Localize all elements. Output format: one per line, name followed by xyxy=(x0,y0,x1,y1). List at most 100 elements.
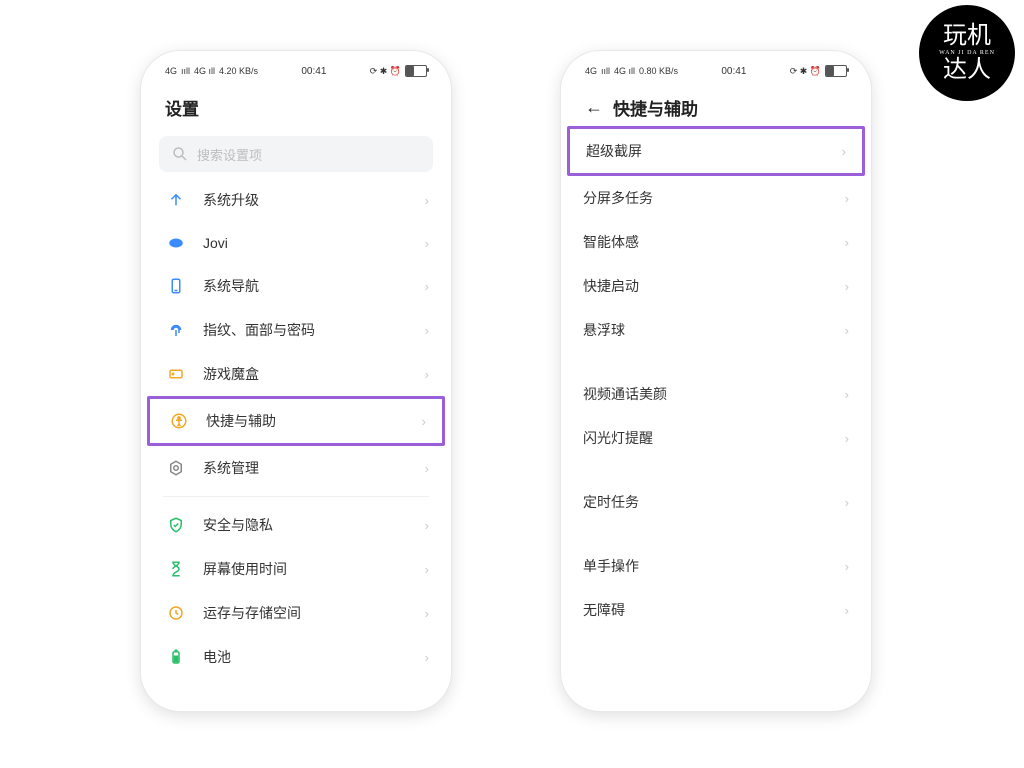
watermark-logo: 玩机 WAN JI DA REN 达人 xyxy=(922,8,1012,98)
row-flash-notify[interactable]: 闪光灯提醒 › xyxy=(561,416,871,460)
shortcut-list: 超级截屏 › 分屏多任务 › 智能体感 › 快捷启动 › 悬浮球 › 视频通话美… xyxy=(561,126,871,632)
chevron-right-icon: › xyxy=(425,518,429,533)
back-button[interactable]: ← xyxy=(585,97,603,118)
subpage-header: ← 快捷与辅助 xyxy=(561,85,871,126)
chevron-right-icon: › xyxy=(425,193,429,208)
page-title: 快捷与辅助 xyxy=(613,95,698,120)
row-label: 运存与存储空间 xyxy=(203,603,301,623)
row-shortcut-accessibility[interactable]: 快捷与辅助 › xyxy=(150,399,442,443)
section-gap xyxy=(561,460,871,480)
row-label: 分屏多任务 xyxy=(583,188,653,208)
row-scheduled-tasks[interactable]: 定时任务 › xyxy=(561,480,871,524)
row-label: 系统升级 xyxy=(203,190,259,210)
highlight-box: 超级截屏 › xyxy=(567,126,865,176)
wifi-icon: 4G ıll xyxy=(614,66,635,76)
cell-icon: 4G xyxy=(585,66,597,76)
chevron-right-icon: › xyxy=(845,235,849,250)
row-quick-launch[interactable]: 快捷启动 › xyxy=(561,264,871,308)
phone-shortcut-accessibility: 4G ııll 4G ıll 0.80 KB/s 00:41 ⟳ ✱ ⏰ ← 快… xyxy=(560,50,872,712)
battery-icon xyxy=(405,65,427,77)
row-label: 系统导航 xyxy=(203,276,259,296)
row-label: 屏幕使用时间 xyxy=(203,559,287,579)
row-split-screen[interactable]: 分屏多任务 › xyxy=(561,176,871,220)
row-fingerprint[interactable]: 指纹、面部与密码 › xyxy=(141,308,451,352)
row-label: 闪光灯提醒 xyxy=(583,428,653,448)
row-float-ball[interactable]: 悬浮球 › xyxy=(561,308,871,352)
row-storage[interactable]: 运存与存储空间 › xyxy=(141,591,451,635)
status-bar: 4G ııll 4G ıll 4.20 KB/s 00:41 ⟳ ✱ ⏰ xyxy=(141,51,451,85)
row-label: 视频通话美颜 xyxy=(583,384,667,404)
row-jovi[interactable]: Jovi › xyxy=(141,222,451,264)
gamebox-icon xyxy=(167,365,185,383)
storage-icon xyxy=(167,604,185,622)
chevron-right-icon: › xyxy=(845,559,849,574)
chevron-right-icon: › xyxy=(845,431,849,446)
divider xyxy=(163,496,429,497)
section-gap xyxy=(561,524,871,544)
chevron-right-icon: › xyxy=(845,323,849,338)
chevron-right-icon: › xyxy=(425,562,429,577)
signal-icon: ııll xyxy=(181,66,190,76)
row-label: 快捷与辅助 xyxy=(206,411,276,431)
row-system-nav[interactable]: 系统导航 › xyxy=(141,264,451,308)
cell-icon: 4G xyxy=(165,66,177,76)
row-label: 游戏魔盒 xyxy=(203,364,259,384)
row-one-hand[interactable]: 单手操作 › xyxy=(561,544,871,588)
chevron-right-icon: › xyxy=(425,461,429,476)
search-input[interactable]: 搜索设置项 xyxy=(159,136,433,172)
status-time: 00:41 xyxy=(301,66,326,77)
row-accessibility[interactable]: 无障碍 › xyxy=(561,588,871,632)
jovi-icon xyxy=(167,234,185,252)
row-label: 指纹、面部与密码 xyxy=(203,320,315,340)
logo-line2: 达人 xyxy=(943,58,991,82)
status-icons: ⟳ ✱ ⏰ xyxy=(370,66,401,77)
settings-list: 系统升级 › Jovi › 系统导航 › 指纹、面部与密码 › 游戏魔盒 › 快… xyxy=(141,178,451,679)
logo-line1: 玩机 xyxy=(943,24,991,48)
row-super-screenshot[interactable]: 超级截屏 › xyxy=(570,129,862,173)
row-label: 快捷启动 xyxy=(583,276,639,296)
battery-icon xyxy=(825,65,847,77)
shield-icon xyxy=(167,516,185,534)
chevron-right-icon: › xyxy=(842,144,846,159)
row-label: 智能体感 xyxy=(583,232,639,252)
chevron-right-icon: › xyxy=(425,650,429,665)
row-label: 悬浮球 xyxy=(583,320,625,340)
row-label: 超级截屏 xyxy=(586,141,642,161)
row-label: 安全与隐私 xyxy=(203,515,273,535)
chevron-right-icon: › xyxy=(425,323,429,338)
signal-icon: ııll xyxy=(601,66,610,76)
row-label: 无障碍 xyxy=(583,600,625,620)
gear-icon xyxy=(167,459,185,477)
chevron-right-icon: › xyxy=(845,603,849,618)
row-label: 电池 xyxy=(203,647,231,667)
chevron-right-icon: › xyxy=(425,279,429,294)
row-system-upgrade[interactable]: 系统升级 › xyxy=(141,178,451,222)
phone-nav-icon xyxy=(167,277,185,295)
phone-settings: 4G ııll 4G ıll 4.20 KB/s 00:41 ⟳ ✱ ⏰ 设置 … xyxy=(140,50,452,712)
section-gap xyxy=(561,352,871,372)
battery-icon xyxy=(167,648,185,666)
row-smart-motion[interactable]: 智能体感 › xyxy=(561,220,871,264)
row-screentime[interactable]: 屏幕使用时间 › xyxy=(141,547,451,591)
row-label: 定时任务 xyxy=(583,492,639,512)
row-label: 单手操作 xyxy=(583,556,639,576)
row-label: Jovi xyxy=(203,235,228,251)
search-placeholder: 搜索设置项 xyxy=(197,145,262,164)
chevron-right-icon: › xyxy=(422,414,426,429)
row-label: 系统管理 xyxy=(203,458,259,478)
row-security[interactable]: 安全与隐私 › xyxy=(141,503,451,547)
net-speed: 0.80 KB/s xyxy=(639,66,678,76)
row-battery[interactable]: 电池 › xyxy=(141,635,451,679)
chevron-right-icon: › xyxy=(425,367,429,382)
row-video-beauty[interactable]: 视频通话美颜 › xyxy=(561,372,871,416)
accessibility-icon xyxy=(170,412,188,430)
chevron-right-icon: › xyxy=(845,191,849,206)
upgrade-icon xyxy=(167,191,185,209)
net-speed: 4.20 KB/s xyxy=(219,66,258,76)
chevron-right-icon: › xyxy=(425,606,429,621)
hourglass-icon xyxy=(167,560,185,578)
status-time: 00:41 xyxy=(721,66,746,77)
row-gamebox[interactable]: 游戏魔盒 › xyxy=(141,352,451,396)
row-system-mgmt[interactable]: 系统管理 › xyxy=(141,446,451,490)
search-icon xyxy=(171,145,189,163)
